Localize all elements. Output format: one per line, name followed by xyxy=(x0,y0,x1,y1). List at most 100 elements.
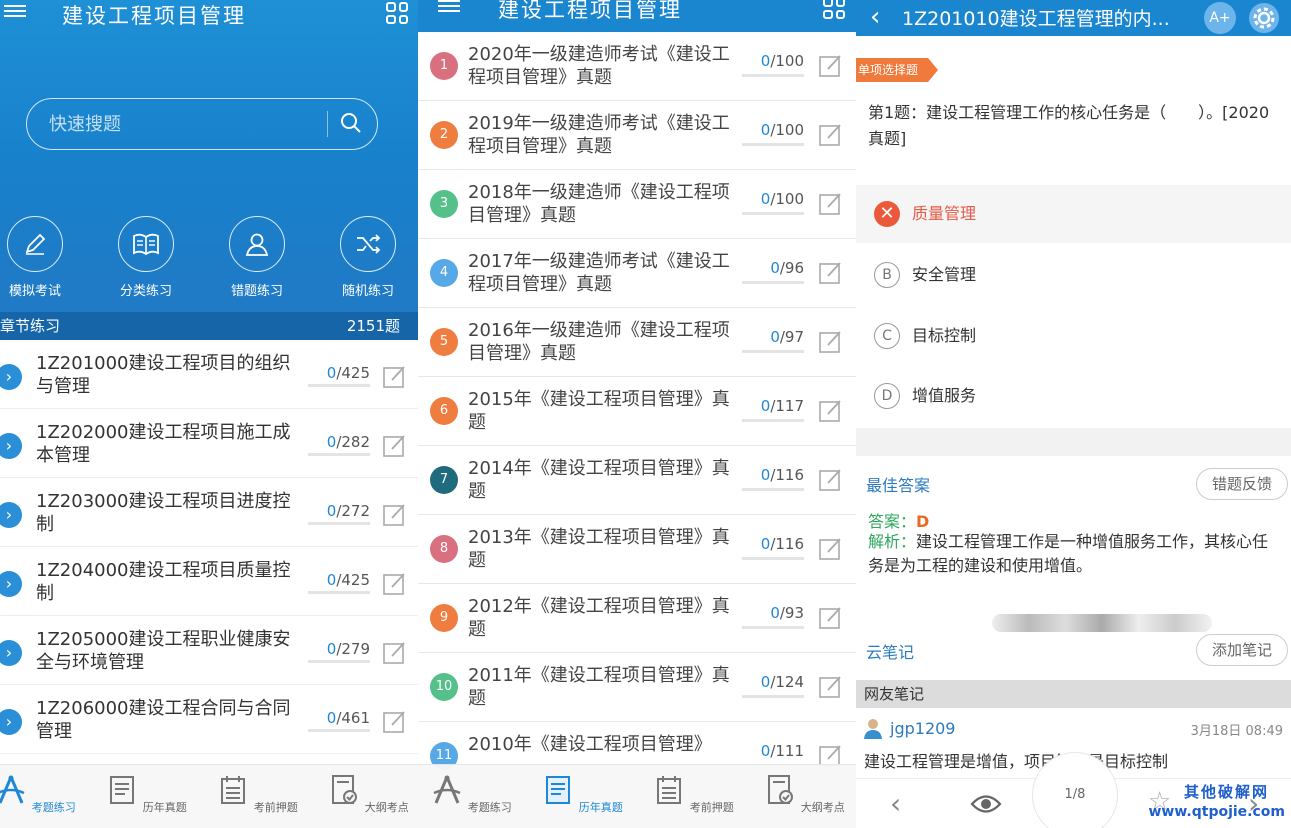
question-type-tag: 单项选择题 xyxy=(856,58,939,82)
gear-icon[interactable] xyxy=(1248,2,1280,34)
edit-icon[interactable] xyxy=(818,674,844,700)
eye-icon[interactable] xyxy=(970,791,1002,817)
tab-past-exams[interactable]: 历年真题 xyxy=(101,773,191,815)
tab-prediction[interactable]: 考前押题 xyxy=(648,773,738,815)
bottom-tab-bar: 考题练习 历年真题 考前押题 大纲考点 xyxy=(0,764,418,828)
exam-title: 2012年《建设工程项目管理》真题 xyxy=(468,596,730,640)
search-icon[interactable] xyxy=(339,111,363,135)
feedback-button[interactable]: 错题反馈 xyxy=(1196,468,1288,500)
exam-row[interactable]: 3 2018年一级建造师《建设工程项目管理》真题 0/100 xyxy=(418,170,856,239)
user-icon xyxy=(245,233,269,256)
exam-title: 2018年一级建造师《建设工程项目管理》真题 xyxy=(468,182,730,226)
edit-icon[interactable] xyxy=(818,191,844,217)
exam-row[interactable]: 8 2013年《建设工程项目管理》真题 0/116 xyxy=(418,515,856,584)
chapter-progress: 0/425 xyxy=(326,364,370,382)
progress-bar xyxy=(742,143,804,146)
edit-icon[interactable] xyxy=(382,571,408,597)
exam-row[interactable]: 1 2020年一级建造师考试《建设工程项目管理》真题 0/100 xyxy=(418,32,856,101)
exam-row[interactable]: 10 2011年《建设工程项目管理》真题 0/124 xyxy=(418,653,856,722)
document-icon xyxy=(110,776,135,804)
search-box[interactable] xyxy=(26,98,378,150)
quick-category-practice[interactable]: 分类练习 xyxy=(116,216,176,299)
option-a[interactable]: ✕ 质量管理 xyxy=(856,185,1291,243)
exam-row[interactable]: 4 2017年一级建造师考试《建设工程项目管理》真题 0/96 xyxy=(418,239,856,308)
tab-syllabus[interactable]: 大纲考点 xyxy=(759,773,849,815)
edit-icon[interactable] xyxy=(818,536,844,562)
edit-icon[interactable] xyxy=(818,122,844,148)
quick-label: 模拟考试 xyxy=(8,284,61,299)
grid-icon[interactable] xyxy=(823,0,845,19)
quick-random-practice[interactable]: 随机练习 xyxy=(338,216,398,299)
quick-wrong-practice[interactable]: 错题练习 xyxy=(227,216,287,299)
edit-icon[interactable] xyxy=(382,364,408,390)
edit-icon[interactable] xyxy=(382,433,408,459)
avatar xyxy=(864,719,882,739)
edit-icon[interactable] xyxy=(818,605,844,631)
quick-label: 分类练习 xyxy=(119,284,172,299)
chapter-row[interactable]: › 1Z203000建设工程项目进度控制 0/272 xyxy=(0,478,418,547)
tab-practice[interactable]: 考题练习 xyxy=(0,773,80,815)
divider-band xyxy=(856,428,1291,456)
compass-icon xyxy=(0,775,25,804)
blurred-area xyxy=(992,614,1212,632)
index-badge: 10 xyxy=(430,673,458,701)
exam-row[interactable]: 7 2014年《建设工程项目管理》真题 0/116 xyxy=(418,446,856,515)
exam-title: 2011年《建设工程项目管理》真题 xyxy=(468,665,730,709)
prev-icon[interactable]: ‹ xyxy=(890,787,901,820)
header-bar: ‹ 1Z201010建设工程管理的内... A+ xyxy=(856,0,1291,36)
check-doc-icon xyxy=(768,775,794,804)
edit-icon[interactable] xyxy=(382,502,408,528)
progress-bar xyxy=(742,626,804,629)
edit-icon[interactable] xyxy=(818,260,844,286)
note-content: 建设工程管理是增值，项目管理是目标控制 xyxy=(864,752,1169,771)
add-note-button[interactable]: 添加笔记 xyxy=(1196,634,1288,666)
exam-row[interactable]: 9 2012年《建设工程项目管理》真题 0/93 xyxy=(418,584,856,653)
chapter-row[interactable]: › 1Z206000建设工程合同与合同管理 0/461 xyxy=(0,685,418,754)
chapter-row[interactable]: › 1Z205000建设工程职业健康安全与环境管理 0/279 xyxy=(0,616,418,685)
edit-icon[interactable] xyxy=(382,640,408,666)
wrong-mark-icon: ✕ xyxy=(874,201,900,227)
option-c[interactable]: C 目标控制 xyxy=(856,307,1291,365)
chevron-right-icon: › xyxy=(0,433,22,459)
edit-icon[interactable] xyxy=(818,467,844,493)
chapter-progress: 0/279 xyxy=(326,640,370,658)
chapter-title: 1Z203000建设工程项目进度控制 xyxy=(36,491,291,535)
section-count: 2151题 xyxy=(346,317,400,335)
quick-mock-exam[interactable]: 模拟考试 xyxy=(5,216,65,299)
chapter-row[interactable]: › 1Z202000建设工程项目施工成本管理 0/282 xyxy=(0,409,418,478)
edit-icon[interactable] xyxy=(818,398,844,424)
search-input[interactable] xyxy=(49,111,319,137)
exam-progress: 0/116 xyxy=(760,466,804,484)
chapter-title: 1Z204000建设工程项目质量控制 xyxy=(36,560,291,604)
chapter-row[interactable]: › 1Z204000建设工程项目质量控制 0/425 xyxy=(0,547,418,616)
grid-icon[interactable] xyxy=(386,2,408,24)
tab-practice[interactable]: 考题练习 xyxy=(426,773,516,815)
progress-bar xyxy=(742,695,804,698)
username[interactable]: jgp1209 xyxy=(890,719,955,738)
exam-row[interactable]: 2 2019年一级建造师考试《建设工程项目管理》真题 0/100 xyxy=(418,101,856,170)
edit-icon[interactable] xyxy=(818,53,844,79)
chapter-row[interactable]: › 1Z201000建设工程项目的组织与管理 0/425 xyxy=(0,340,418,409)
font-size-button[interactable]: A+ xyxy=(1204,2,1236,34)
chevron-right-icon: › xyxy=(0,640,22,666)
index-badge: 6 xyxy=(430,397,458,425)
tab-past-exams[interactable]: 历年真题 xyxy=(537,773,627,815)
exam-title: 2015年《建设工程项目管理》真题 xyxy=(468,389,730,433)
exam-progress: 0/100 xyxy=(760,52,804,70)
option-d[interactable]: D 增值服务 xyxy=(856,367,1291,425)
exam-title: 2014年《建设工程项目管理》真题 xyxy=(468,458,730,502)
edit-icon[interactable] xyxy=(382,709,408,735)
exam-title: 2010年《建设工程项目管理》 xyxy=(468,734,712,755)
tab-syllabus[interactable]: 大纲考点 xyxy=(323,773,413,815)
menu-icon[interactable] xyxy=(4,2,26,22)
exam-title: 2016年一级建造师《建设工程项目管理》真题 xyxy=(468,320,730,364)
edit-icon[interactable] xyxy=(818,329,844,355)
back-icon[interactable]: ‹ xyxy=(870,2,880,32)
tab-prediction[interactable]: 考前押题 xyxy=(212,773,302,815)
exam-row[interactable]: 6 2015年《建设工程项目管理》真题 0/117 xyxy=(418,377,856,446)
page-title: 1Z201010建设工程管理的内... xyxy=(902,8,1170,30)
exam-row[interactable]: 5 2016年一级建造师《建设工程项目管理》真题 0/97 xyxy=(418,308,856,377)
option-b[interactable]: B 安全管理 xyxy=(856,246,1291,304)
menu-icon[interactable] xyxy=(438,0,460,17)
option-label: 质量管理 xyxy=(912,204,977,223)
